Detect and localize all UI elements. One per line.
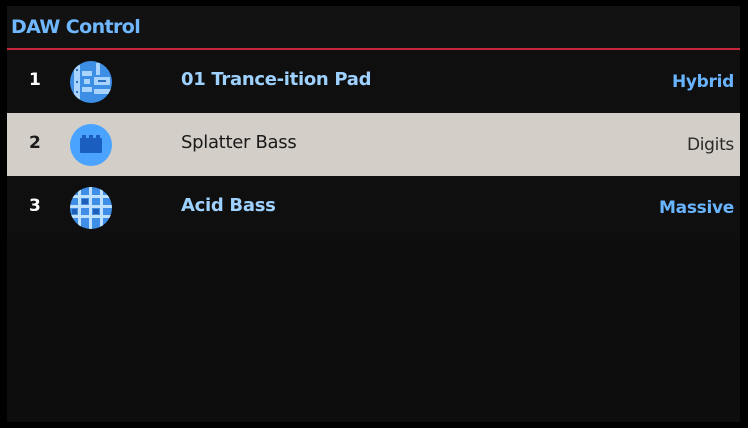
track-name: Splatter Bass <box>181 132 297 153</box>
header-bar: DAW Control <box>7 6 740 50</box>
track-row-3[interactable]: 3 Acid Bass Massive <box>7 176 740 239</box>
track-row-1[interactable]: 1 01 Trance-ition Pad Hybrid <box>7 50 740 113</box>
grid-globe-icon <box>70 187 112 229</box>
track-name: 01 Trance-ition Pad <box>181 69 372 90</box>
page-title: DAW Control <box>11 16 141 38</box>
daw-control-screen: DAW Control 1 01 Trance-ition Pad Hybrid… <box>7 6 740 422</box>
track-type: Digits <box>686 135 734 155</box>
track-type: Massive <box>659 198 734 218</box>
track-list: 1 01 Trance-ition Pad Hybrid 2 Splatter … <box>7 50 740 239</box>
track-row-2[interactable]: 2 Splatter Bass Digits <box>7 113 740 176</box>
block-icon <box>70 124 112 166</box>
track-type: Hybrid <box>671 72 734 92</box>
track-number: 3 <box>29 196 41 216</box>
track-number: 1 <box>29 70 41 90</box>
circuit-board-icon <box>70 61 112 103</box>
track-number: 2 <box>29 133 41 153</box>
track-name: Acid Bass <box>181 195 276 216</box>
device-bezel: DAW Control 1 01 Trance-ition Pad Hybrid… <box>0 0 748 428</box>
